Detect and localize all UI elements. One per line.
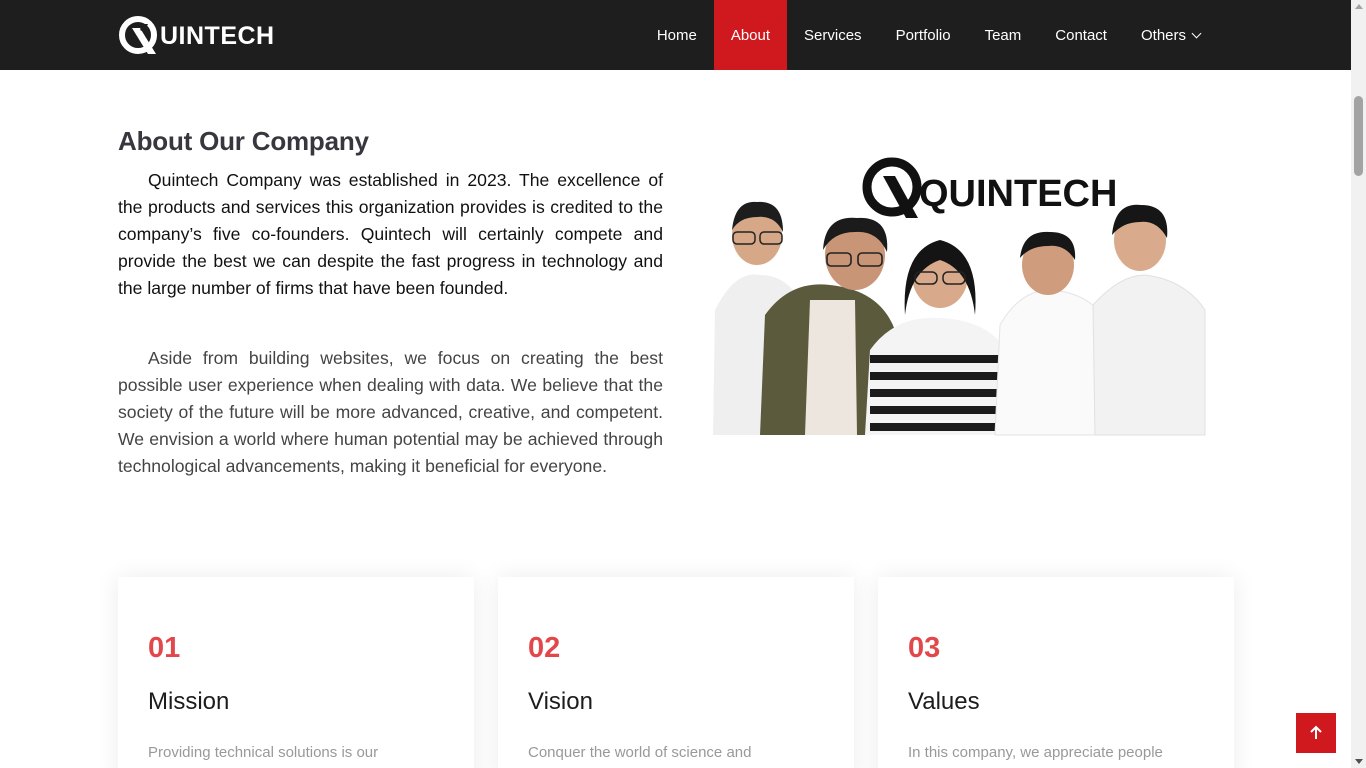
mission-title: Mission: [148, 688, 230, 715]
nav-contact-label: Contact: [1055, 26, 1107, 44]
nav-about-label: About: [730, 26, 771, 44]
values-text: In this company, we appreciate people: [908, 744, 1163, 761]
vision-card: 02 Vision Conquer the world of science a…: [498, 577, 854, 768]
arrow-up-icon: [1310, 725, 1322, 739]
nav-services[interactable]: Services: [787, 0, 879, 70]
values-title: Values: [908, 688, 980, 715]
scroll-up-arrow-icon[interactable]: [1355, 4, 1363, 9]
top-navbar: UINTECH Home About Services Portfolio Te…: [0, 0, 1351, 70]
page-scrollbar[interactable]: [1351, 0, 1366, 768]
team-photo-logo-text: QUINTECH: [919, 173, 1117, 215]
team-photo-logo: QUINTECH: [862, 157, 1117, 218]
team-member-3: [865, 240, 1015, 435]
main-nav: Home About Services Portfolio Team Conta…: [640, 0, 1217, 70]
about-paragraph-1: Quintech Company was established in 2023…: [118, 170, 663, 298]
team-member-5: [1092, 204, 1206, 436]
nav-home-label: Home: [656, 26, 697, 44]
team-photo: QUINTECH: [713, 157, 1206, 436]
quintech-logo[interactable]: UINTECH: [118, 14, 275, 56]
nav-services-label: Services: [804, 26, 862, 44]
scroll-down-arrow-icon[interactable]: [1355, 759, 1363, 764]
values-number: 03: [908, 632, 941, 664]
nav-about[interactable]: About: [713, 0, 788, 70]
logo-text: UINTECH: [160, 22, 275, 50]
nav-team[interactable]: Team: [968, 0, 1039, 70]
about-heading: About Our Company: [118, 126, 369, 156]
nav-team-label: Team: [984, 26, 1022, 44]
mission-number: 01: [148, 632, 181, 664]
chevron-down-icon: [1191, 28, 1202, 38]
logo-q-icon: [119, 16, 157, 54]
nav-others-label: Others: [1140, 26, 1186, 44]
nav-contact[interactable]: Contact: [1038, 0, 1124, 70]
vision-text: Conquer the world of science and: [528, 744, 752, 761]
values-card: 03 Values In this company, we appreciate…: [878, 577, 1234, 768]
vision-title: Vision: [528, 688, 593, 715]
mission-card: 01 Mission Providing technical solutions…: [118, 577, 474, 768]
nav-home[interactable]: Home: [640, 0, 714, 70]
mission-text: Providing technical solutions is our: [148, 744, 379, 761]
about-paragraph-2: Aside from building websites, we focus o…: [118, 348, 663, 476]
scrollbar-thumb[interactable]: [1354, 96, 1363, 176]
nav-portfolio[interactable]: Portfolio: [879, 0, 968, 70]
nav-others-dropdown[interactable]: Others: [1124, 0, 1217, 70]
nav-portfolio-label: Portfolio: [895, 26, 951, 44]
vision-number: 02: [528, 632, 561, 664]
back-to-top-button[interactable]: [1296, 713, 1336, 753]
